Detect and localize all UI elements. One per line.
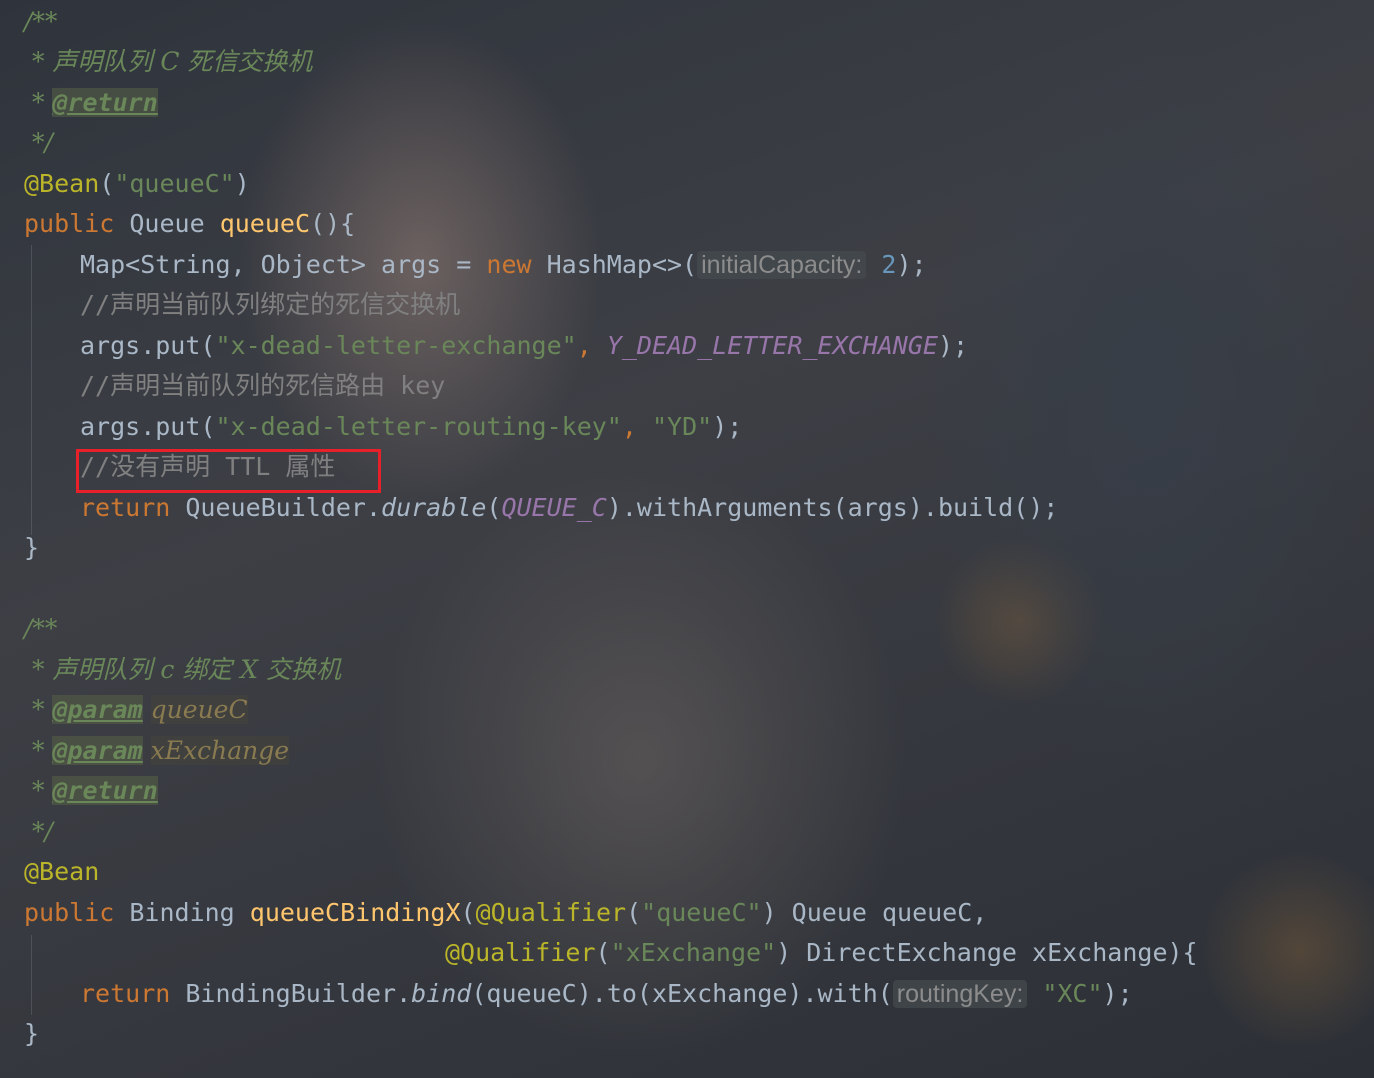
doc-comment-star: *: [24, 736, 53, 765]
code-line: //声明当前队列的死信路由 key: [80, 366, 445, 406]
static-method-durable: durable: [381, 493, 487, 522]
statement-end: );: [896, 250, 927, 279]
method-name: queueC: [219, 209, 311, 238]
closing-brace: }: [24, 533, 40, 562]
doc-comment-star: *: [24, 88, 53, 117]
string-literal: "XC": [1042, 979, 1103, 1008]
line-comment: //声明当前队列绑定的死信交换机: [80, 290, 461, 319]
return-type: Binding: [114, 898, 250, 927]
builder-chain: ).withArguments(args).build();: [606, 493, 1059, 522]
code-line: * @return: [24, 83, 158, 123]
parameter-hint: initialCapacity:: [697, 251, 867, 279]
keyword-new: new: [486, 250, 532, 279]
code-editor[interactable]: /** * 声明队列 C 死信交换机 * @return */ @Bean("q…: [0, 0, 1374, 1078]
code-line: /**: [24, 2, 57, 42]
bean-name-string: "queueC": [114, 169, 235, 198]
doc-comment-description: * 声明队列 c 绑定 X 交换机: [24, 655, 341, 684]
doc-param-name: xExchange: [150, 736, 290, 765]
code-line: * 声明队列 c 绑定 X 交换机: [24, 650, 341, 690]
doc-return-tag: @return: [52, 88, 158, 117]
keyword-return: return: [80, 979, 171, 1008]
qualifier-annotation: @Qualifier: [445, 938, 596, 967]
parameter-hint: routingKey:: [892, 980, 1028, 1008]
statement-end: );: [712, 412, 743, 441]
doc-param-tag: @param: [52, 695, 143, 724]
constant-reference: QUEUE_C: [501, 493, 607, 522]
doc-comment-close: */: [24, 817, 53, 846]
indent-guide: [31, 245, 32, 535]
line-comment: //声明当前队列的死信路由 key: [80, 371, 446, 400]
code-line: public Queue queueC(){: [24, 204, 355, 244]
code-line: */: [24, 123, 53, 163]
string-literal: "YD": [651, 412, 713, 441]
hashmap-constructor: HashMap<>(: [531, 250, 698, 279]
code-line: @Qualifier("xExchange") DirectExchange x…: [445, 938, 1198, 967]
code-line: Map<String, Object> args = new HashMap<>…: [80, 245, 927, 285]
parameter-declaration: ) Queue queueC,: [761, 898, 988, 927]
red-highlight-box: [76, 449, 381, 493]
keyword-public: public: [24, 209, 115, 238]
method-call: args.put(: [80, 412, 216, 441]
keyword-public: public: [24, 898, 115, 927]
code-line: */: [24, 812, 53, 852]
statement-end: );: [1102, 979, 1133, 1008]
map-declaration: Map<String, Object> args =: [80, 250, 487, 279]
statement-end: );: [937, 331, 969, 360]
doc-return-tag: @return: [52, 776, 158, 805]
string-literal: "x-dead-letter-routing-key": [215, 412, 622, 441]
code-line: * @param queueC: [24, 690, 248, 730]
constant-reference: Y_DEAD_LETTER_EXCHANGE: [606, 331, 938, 360]
string-literal: "queueC": [641, 898, 762, 927]
code-line: * 声明队列 C 死信交换机: [24, 42, 312, 82]
closing-brace: }: [24, 1019, 40, 1048]
method-name: queueCBindingX: [249, 898, 461, 927]
code-line: @Bean: [24, 852, 99, 892]
string-literal: "xExchange": [610, 938, 777, 967]
keyword-return: return: [80, 493, 171, 522]
code-line: }: [24, 528, 39, 568]
doc-param-name: queueC: [150, 695, 248, 724]
doc-comment-open: /**: [24, 614, 58, 643]
bean-annotation: @Bean: [24, 857, 100, 886]
string-literal: "x-dead-letter-exchange": [215, 331, 577, 360]
method-signature-tail: (){: [310, 209, 356, 238]
code-line: }: [24, 1014, 39, 1054]
code-line: * @param xExchange: [24, 731, 290, 771]
doc-comment-star: *: [24, 695, 53, 724]
method-call: args.put(: [80, 331, 216, 360]
code-line: args.put("x-dead-letter-exchange", Y_DEA…: [80, 331, 969, 360]
code-line: * @return: [24, 771, 158, 811]
doc-param-tag: @param: [52, 736, 143, 765]
indent-guide: [31, 935, 32, 1015]
code-line: public Binding queueCBindingX(@Qualifier…: [24, 898, 988, 927]
doc-comment-close: */: [24, 128, 53, 157]
code-line: return BindingBuilder.bind(queueC).to(xE…: [80, 974, 1133, 1014]
builder-class: BindingBuilder.: [170, 979, 412, 1008]
bean-annotation: @Bean: [24, 169, 100, 198]
static-method-bind: bind: [411, 979, 472, 1008]
code-line: //声明当前队列绑定的死信交换机: [80, 285, 460, 325]
qualifier-annotation: @Qualifier: [475, 898, 627, 927]
code-line: return QueueBuilder.durable(QUEUE_C).wit…: [80, 493, 1059, 522]
builder-class: QueueBuilder.: [170, 493, 382, 522]
return-type: Queue: [129, 209, 205, 238]
doc-comment-description: * 声明队列 C 死信交换机: [24, 47, 313, 76]
doc-comment-open: /**: [24, 7, 58, 36]
code-line: args.put("x-dead-letter-routing-key", "Y…: [80, 412, 743, 441]
number-literal: 2: [881, 250, 897, 279]
builder-chain: (queueC).to(xExchange).with(: [471, 979, 893, 1008]
code-line: @Bean("queueC"): [24, 169, 250, 198]
doc-comment-star: *: [24, 776, 53, 805]
code-line: /**: [24, 609, 57, 649]
parameter-declaration: ) DirectExchange xExchange){: [776, 938, 1198, 967]
